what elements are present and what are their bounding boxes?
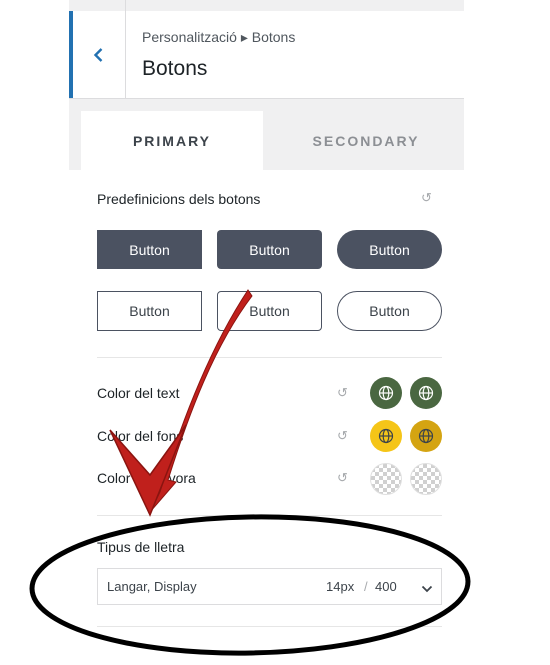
- globe-icon: [378, 428, 394, 444]
- preset-filled-rounded-button[interactable]: Button: [217, 230, 322, 269]
- reset-background-color-icon[interactable]: ↺: [337, 428, 348, 444]
- globe-icon: [418, 428, 434, 444]
- preset-filled-square-button[interactable]: Button: [97, 230, 202, 269]
- background-color-label: Color del fons: [97, 428, 184, 444]
- text-hover-color-swatch[interactable]: [410, 377, 442, 409]
- background-color-swatch[interactable]: [370, 420, 402, 452]
- preset-outline-pill-button[interactable]: Button: [337, 291, 442, 331]
- font-size: 14px: [326, 579, 355, 594]
- border-color-label: Color de la vora: [97, 470, 196, 486]
- chevron-down-icon: [421, 585, 433, 593]
- font-weight: 400: [375, 579, 397, 594]
- font-select[interactable]: Langar, Display 14px / 400: [97, 568, 442, 605]
- presets-label: Predefinicions dels botons: [97, 191, 261, 207]
- reset-text-color-icon[interactable]: ↺: [337, 385, 348, 401]
- page-title: Botons: [142, 57, 208, 80]
- reset-border-color-icon[interactable]: ↺: [337, 470, 348, 486]
- preset-filled-pill-button[interactable]: Button: [337, 230, 442, 269]
- preset-outline-rounded-button[interactable]: Button: [217, 291, 322, 331]
- background-hover-color-swatch[interactable]: [410, 420, 442, 452]
- text-color-swatch[interactable]: [370, 377, 402, 409]
- tab-primary[interactable]: PRIMARY: [81, 111, 263, 170]
- header-divider: [125, 11, 126, 98]
- tab-bar: PRIMARY SECONDARY: [69, 99, 464, 170]
- text-color-label: Color del text: [97, 385, 180, 401]
- customizer-header: Personalització ▸ Botons Botons: [69, 11, 464, 99]
- divider: [125, 0, 126, 11]
- border-hover-color-swatch[interactable]: [410, 463, 442, 495]
- font-name: Langar, Display: [107, 579, 197, 594]
- border-color-swatch[interactable]: [370, 463, 402, 495]
- divider: [97, 626, 442, 627]
- preset-outline-square-button[interactable]: Button: [97, 291, 202, 331]
- divider: [97, 357, 442, 358]
- divider: [97, 515, 442, 516]
- typography-label: Tipus de lletra: [97, 539, 185, 555]
- globe-icon: [378, 385, 394, 401]
- back-button[interactable]: [69, 11, 125, 98]
- reset-presets-icon[interactable]: ↺: [421, 190, 432, 206]
- tab-secondary[interactable]: SECONDARY: [271, 111, 461, 170]
- font-separator: /: [364, 579, 368, 594]
- chevron-left-icon: [93, 47, 103, 62]
- breadcrumb: Personalització ▸ Botons: [142, 29, 296, 45]
- globe-icon: [418, 385, 434, 401]
